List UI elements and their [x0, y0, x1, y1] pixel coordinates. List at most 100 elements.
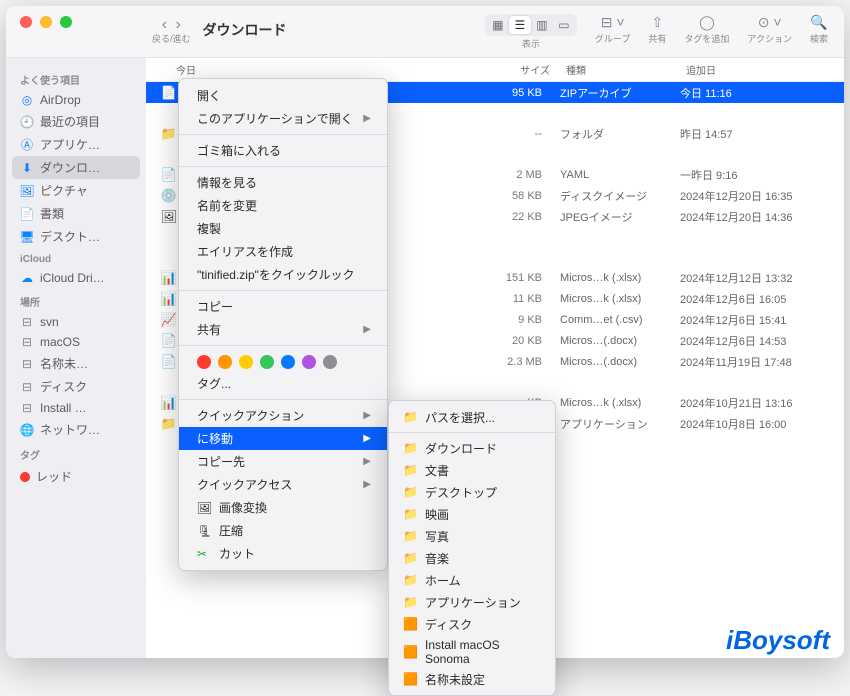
- submenu-item[interactable]: 📁デスクトップ: [389, 481, 555, 503]
- sidebar-item-0[interactable]: ◎AirDrop: [12, 90, 140, 110]
- back-button[interactable]: ‹: [160, 16, 169, 33]
- folder-icon: 📁: [403, 551, 417, 565]
- menu-tags[interactable]: タグ...: [179, 372, 387, 395]
- file-icon: 📈: [160, 312, 178, 328]
- file-icon: 📄: [160, 354, 178, 370]
- icon-view-icon[interactable]: ▦: [487, 16, 509, 34]
- sidebar-item-4[interactable]: 🖼ピクチャ: [12, 179, 140, 202]
- icloud-header: iCloud: [12, 248, 140, 268]
- sidebar-item-5[interactable]: 🌐ネットワ…: [12, 418, 140, 441]
- column-view-icon[interactable]: ▥: [531, 16, 553, 34]
- menu-cut[interactable]: ✂カット: [179, 542, 387, 565]
- col-date[interactable]: 追加日: [686, 62, 834, 77]
- action-button[interactable]: ⊙ ˅アクション: [747, 14, 792, 45]
- net-icon: 🌐: [20, 423, 34, 437]
- menu-copy-to[interactable]: コピー先▶: [179, 450, 387, 473]
- submenu-item[interactable]: 📁ダウンロード: [389, 437, 555, 459]
- col-size[interactable]: サイズ: [486, 62, 566, 77]
- menu-quicklook[interactable]: "tinified.zip"をクイックルック: [179, 263, 387, 286]
- sidebar-item-3[interactable]: ⊟ディスク: [12, 375, 140, 398]
- sidebar-item-1[interactable]: 🕘最近の項目: [12, 110, 140, 133]
- col-kind[interactable]: 種類: [566, 62, 686, 77]
- move-to-submenu: 📁パスを選択... 📁ダウンロード📁文書📁デスクトップ📁映画📁写真📁音楽📁ホーム…: [388, 400, 556, 696]
- sidebar-item-6[interactable]: 🖥デスクト…: [12, 225, 140, 248]
- submenu-item[interactable]: 📁映画: [389, 503, 555, 525]
- file-icon: 📁: [160, 416, 178, 432]
- folder-icon: 🟧: [403, 645, 417, 659]
- app-icon: Ⓐ: [20, 138, 34, 152]
- file-icon: 📊: [160, 270, 178, 286]
- menu-make-alias[interactable]: エイリアスを作成: [179, 240, 387, 263]
- view-switcher[interactable]: ▦ ☰ ▥ ▭ 表示: [485, 14, 577, 50]
- submenu-item[interactable]: 📁文書: [389, 459, 555, 481]
- folder-icon: 📁: [403, 441, 417, 455]
- sidebar-tag[interactable]: レッド: [12, 465, 140, 488]
- menu-share[interactable]: 共有▶: [179, 318, 387, 341]
- submenu-item[interactable]: 🟧名称未設定: [389, 668, 555, 690]
- sidebar-item-3[interactable]: ⬇ダウンロ…: [12, 156, 140, 179]
- folder-icon: 📁: [403, 485, 417, 499]
- file-icon: 📄: [160, 85, 178, 101]
- locations-header: 場所: [12, 288, 140, 312]
- menu-image-convert[interactable]: 🖼画像変換: [179, 496, 387, 519]
- disk-icon: ⊟: [20, 335, 34, 349]
- cloud-icon: ☁: [20, 271, 34, 285]
- disk-icon: ⊟: [20, 357, 34, 371]
- sidebar-item-2[interactable]: ⊟名称未…: [12, 352, 140, 375]
- menu-open[interactable]: 開く: [179, 84, 387, 107]
- share-button[interactable]: ⇧共有: [648, 14, 666, 45]
- folder-icon: 📁: [403, 463, 417, 477]
- sidebar-item-4[interactable]: ⊟Install …: [12, 398, 140, 418]
- submenu-item[interactable]: 📁音楽: [389, 547, 555, 569]
- airdrop-icon: ◎: [20, 93, 34, 107]
- sidebar-item-5[interactable]: 📄書類: [12, 202, 140, 225]
- list-view-icon[interactable]: ☰: [509, 16, 531, 34]
- zoom-button[interactable]: [60, 16, 72, 28]
- file-icon: 🖼: [160, 209, 178, 225]
- submenu-item[interactable]: 🟧Install macOS Sonoma: [389, 635, 555, 668]
- menu-move-to[interactable]: に移動▶: [179, 427, 387, 450]
- submenu-item[interactable]: 📁写真: [389, 525, 555, 547]
- tag-color-dot[interactable]: [260, 355, 274, 369]
- sidebar-item-0[interactable]: ☁iCloud Dri…: [12, 268, 140, 288]
- gallery-view-icon[interactable]: ▭: [553, 16, 575, 34]
- menu-duplicate[interactable]: 複製: [179, 217, 387, 240]
- menu-rename[interactable]: 名前を変更: [179, 194, 387, 217]
- search-button[interactable]: 🔍検索: [810, 14, 828, 45]
- submenu-choose-path[interactable]: 📁パスを選択...: [389, 406, 555, 428]
- menu-quick-access[interactable]: クイックアクセス▶: [179, 473, 387, 496]
- forward-button[interactable]: ›: [173, 16, 182, 33]
- menu-trash[interactable]: ゴミ箱に入れる: [179, 139, 387, 162]
- tag-color-dot[interactable]: [239, 355, 253, 369]
- tag-button[interactable]: ◯タグを追加: [684, 14, 729, 45]
- menu-compress[interactable]: 🗜圧縮: [179, 519, 387, 542]
- file-icon: 📄: [160, 333, 178, 349]
- file-icon: 📊: [160, 291, 178, 307]
- menu-open-with[interactable]: このアプリケーションで開く▶: [179, 107, 387, 130]
- col-name[interactable]: 今日: [166, 62, 486, 77]
- window-title: ダウンロード: [203, 20, 287, 40]
- tag-color-dot[interactable]: [323, 355, 337, 369]
- watermark-logo: iBoysoft: [726, 625, 830, 656]
- menu-get-info[interactable]: 情報を見る: [179, 171, 387, 194]
- menu-copy[interactable]: コピー: [179, 295, 387, 318]
- submenu-item[interactable]: 📁アプリケーション: [389, 591, 555, 613]
- file-icon: 💿: [160, 188, 178, 204]
- menu-tag-colors[interactable]: [179, 350, 387, 372]
- tag-color-dot[interactable]: [281, 355, 295, 369]
- group-button[interactable]: ⊟ ˅グループ: [595, 14, 630, 45]
- sidebar-item-0[interactable]: ⊟svn: [12, 312, 140, 332]
- submenu-item[interactable]: 🟧ディスク: [389, 613, 555, 635]
- submenu-item[interactable]: 📁ホーム: [389, 569, 555, 591]
- tags-header: タグ: [12, 441, 140, 465]
- sidebar-item-1[interactable]: ⊟macOS: [12, 332, 140, 352]
- sidebar-item-2[interactable]: Ⓐアプリケ…: [12, 133, 140, 156]
- file-icon: 📁: [160, 126, 178, 142]
- minimize-button[interactable]: [40, 16, 52, 28]
- tag-color-dot[interactable]: [218, 355, 232, 369]
- tag-color-dot[interactable]: [197, 355, 211, 369]
- tag-color-dot[interactable]: [302, 355, 316, 369]
- menu-quick-actions[interactable]: クイックアクション▶: [179, 404, 387, 427]
- close-button[interactable]: [20, 16, 32, 28]
- file-icon: 📄: [160, 167, 178, 183]
